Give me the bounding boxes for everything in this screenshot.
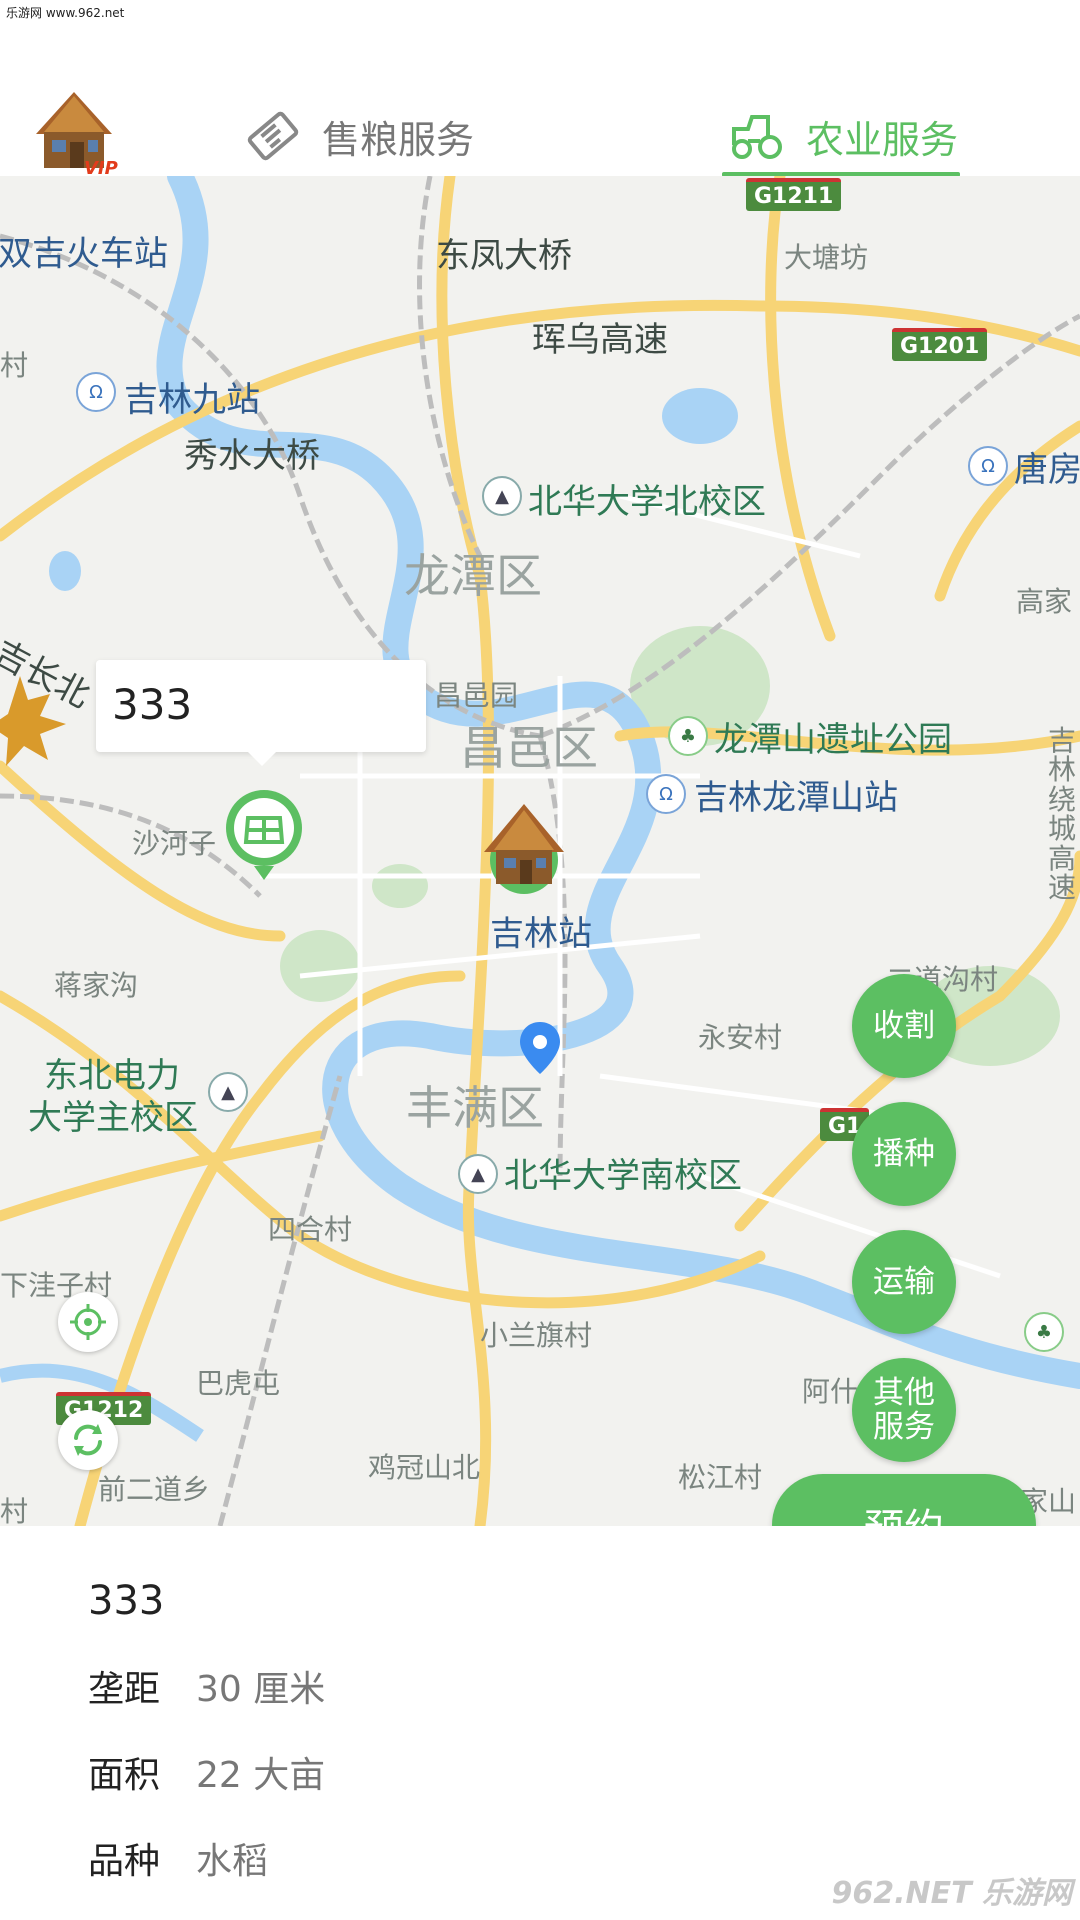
- other-services-button[interactable]: 其他 服务: [852, 1358, 956, 1462]
- tractor-icon: [732, 115, 782, 159]
- train-station-icon: Ω: [76, 372, 116, 412]
- map-label: 四合村: [268, 1213, 353, 1246]
- map-label: 村: [0, 349, 29, 382]
- highway-shield: G1211: [746, 178, 842, 211]
- tab-grain-service-label: 售粮服务: [322, 117, 475, 162]
- map-label: 吉林九站: [124, 380, 260, 420]
- info-row-row-spacing: 垄距 30 厘米: [88, 1660, 325, 1712]
- map-label: 北华大学北校区: [528, 482, 766, 522]
- school-icon: ▲: [208, 1072, 248, 1112]
- info-row-variety: 品种 水稻: [88, 1832, 268, 1884]
- map-label: 吉林站: [490, 914, 592, 954]
- top-tab-bar: VIP 售粮服务 农业服务: [0, 60, 1080, 179]
- map-label: 大学主校区: [28, 1098, 198, 1138]
- map-label: 北华大学南校区: [504, 1156, 742, 1196]
- map-label: 村: [0, 1495, 29, 1526]
- vip-avatar[interactable]: VIP: [26, 86, 122, 182]
- map-label: 沙河子: [132, 827, 217, 860]
- map-label: 东凤大桥: [436, 236, 572, 276]
- highway-shield: G1201: [892, 328, 988, 361]
- map-label: 秀水大桥: [184, 436, 320, 476]
- location-pin-icon: [520, 1022, 560, 1074]
- park-icon: ♣: [668, 716, 708, 756]
- map-label: 珲乌高速: [532, 320, 668, 360]
- park-icon: ♣: [1024, 1312, 1064, 1352]
- map-label: 小兰旗村: [480, 1319, 593, 1352]
- map-label: 吉林绕城高速: [1048, 724, 1077, 904]
- field-marker[interactable]: [220, 788, 308, 888]
- school-icon: ▲: [458, 1154, 498, 1194]
- map-label: 双吉火车站: [0, 234, 168, 274]
- refresh-button[interactable]: [58, 1410, 118, 1470]
- map-label: 蒋家沟: [54, 969, 139, 1002]
- refresh-icon: [74, 1424, 102, 1456]
- sow-button[interactable]: 播种: [852, 1102, 956, 1206]
- info-key: 面积: [88, 1755, 161, 1796]
- map-label: 大塘坊: [784, 241, 869, 274]
- info-key: 品种: [88, 1841, 161, 1882]
- ticket-icon: [247, 111, 299, 161]
- locate-button[interactable]: [58, 1292, 118, 1352]
- map-label: 吉林龙潭山站: [694, 778, 898, 818]
- info-value: 水稻: [196, 1841, 269, 1882]
- train-station-icon: Ω: [646, 774, 686, 814]
- school-icon: ▲: [482, 476, 522, 516]
- map-label: 阿什: [802, 1375, 859, 1408]
- map-view[interactable]: G1211 G1201 G1212 G1 双吉火车站 东凤大桥 大塘坊 珲乌高速…: [0, 176, 1080, 1526]
- tab-grain-service[interactable]: 售粮服务: [246, 96, 474, 176]
- field-marker-icon: [226, 790, 302, 880]
- map-label: 高家: [1016, 585, 1073, 618]
- info-value: 22 大亩: [196, 1755, 326, 1796]
- hut-icon: [484, 804, 564, 894]
- watermark-bottom: 962.NET 乐游网: [831, 1876, 1072, 1911]
- transport-button[interactable]: 运输: [852, 1230, 956, 1334]
- info-row-area: 面积 22 大亩: [88, 1746, 325, 1798]
- map-label: 龙潭山遗址公园: [714, 720, 952, 760]
- map-label: 松江村: [678, 1461, 763, 1494]
- callout-text: 333: [112, 680, 193, 729]
- info-key: 垄距: [88, 1669, 161, 1710]
- harvest-button[interactable]: 收割: [852, 974, 956, 1078]
- map-label: 永安村: [698, 1021, 783, 1054]
- tab-agri-service[interactable]: 农业服务: [728, 96, 958, 176]
- map-label: 鸡冠山北: [368, 1451, 481, 1484]
- map-label: 前二道乡: [98, 1473, 211, 1506]
- district-label: 丰满区: [406, 1081, 544, 1135]
- map-label: 昌邑园: [434, 679, 519, 712]
- district-label: 龙潭区: [404, 549, 542, 603]
- maple-leaf-icon: [0, 676, 66, 766]
- district-label: 昌邑区: [460, 721, 598, 775]
- crosshair-icon: [70, 1304, 106, 1340]
- map-label: 巴虎屯: [196, 1367, 281, 1400]
- marker-callout[interactable]: 333: [96, 660, 426, 766]
- tab-agri-service-label: 农业服务: [806, 117, 959, 162]
- station-marker[interactable]: [474, 800, 574, 900]
- watermark-top: 乐游网 www.962.net: [6, 6, 125, 20]
- map-label: 唐房: [1014, 450, 1080, 490]
- info-value: 30 厘米: [196, 1669, 326, 1710]
- field-name: 333: [88, 1578, 165, 1624]
- train-station-icon: Ω: [968, 446, 1008, 486]
- field-info-panel: 333 垄距 30 厘米 面积 22 大亩 品种 水稻 962.NET 乐游网: [0, 1526, 1080, 1920]
